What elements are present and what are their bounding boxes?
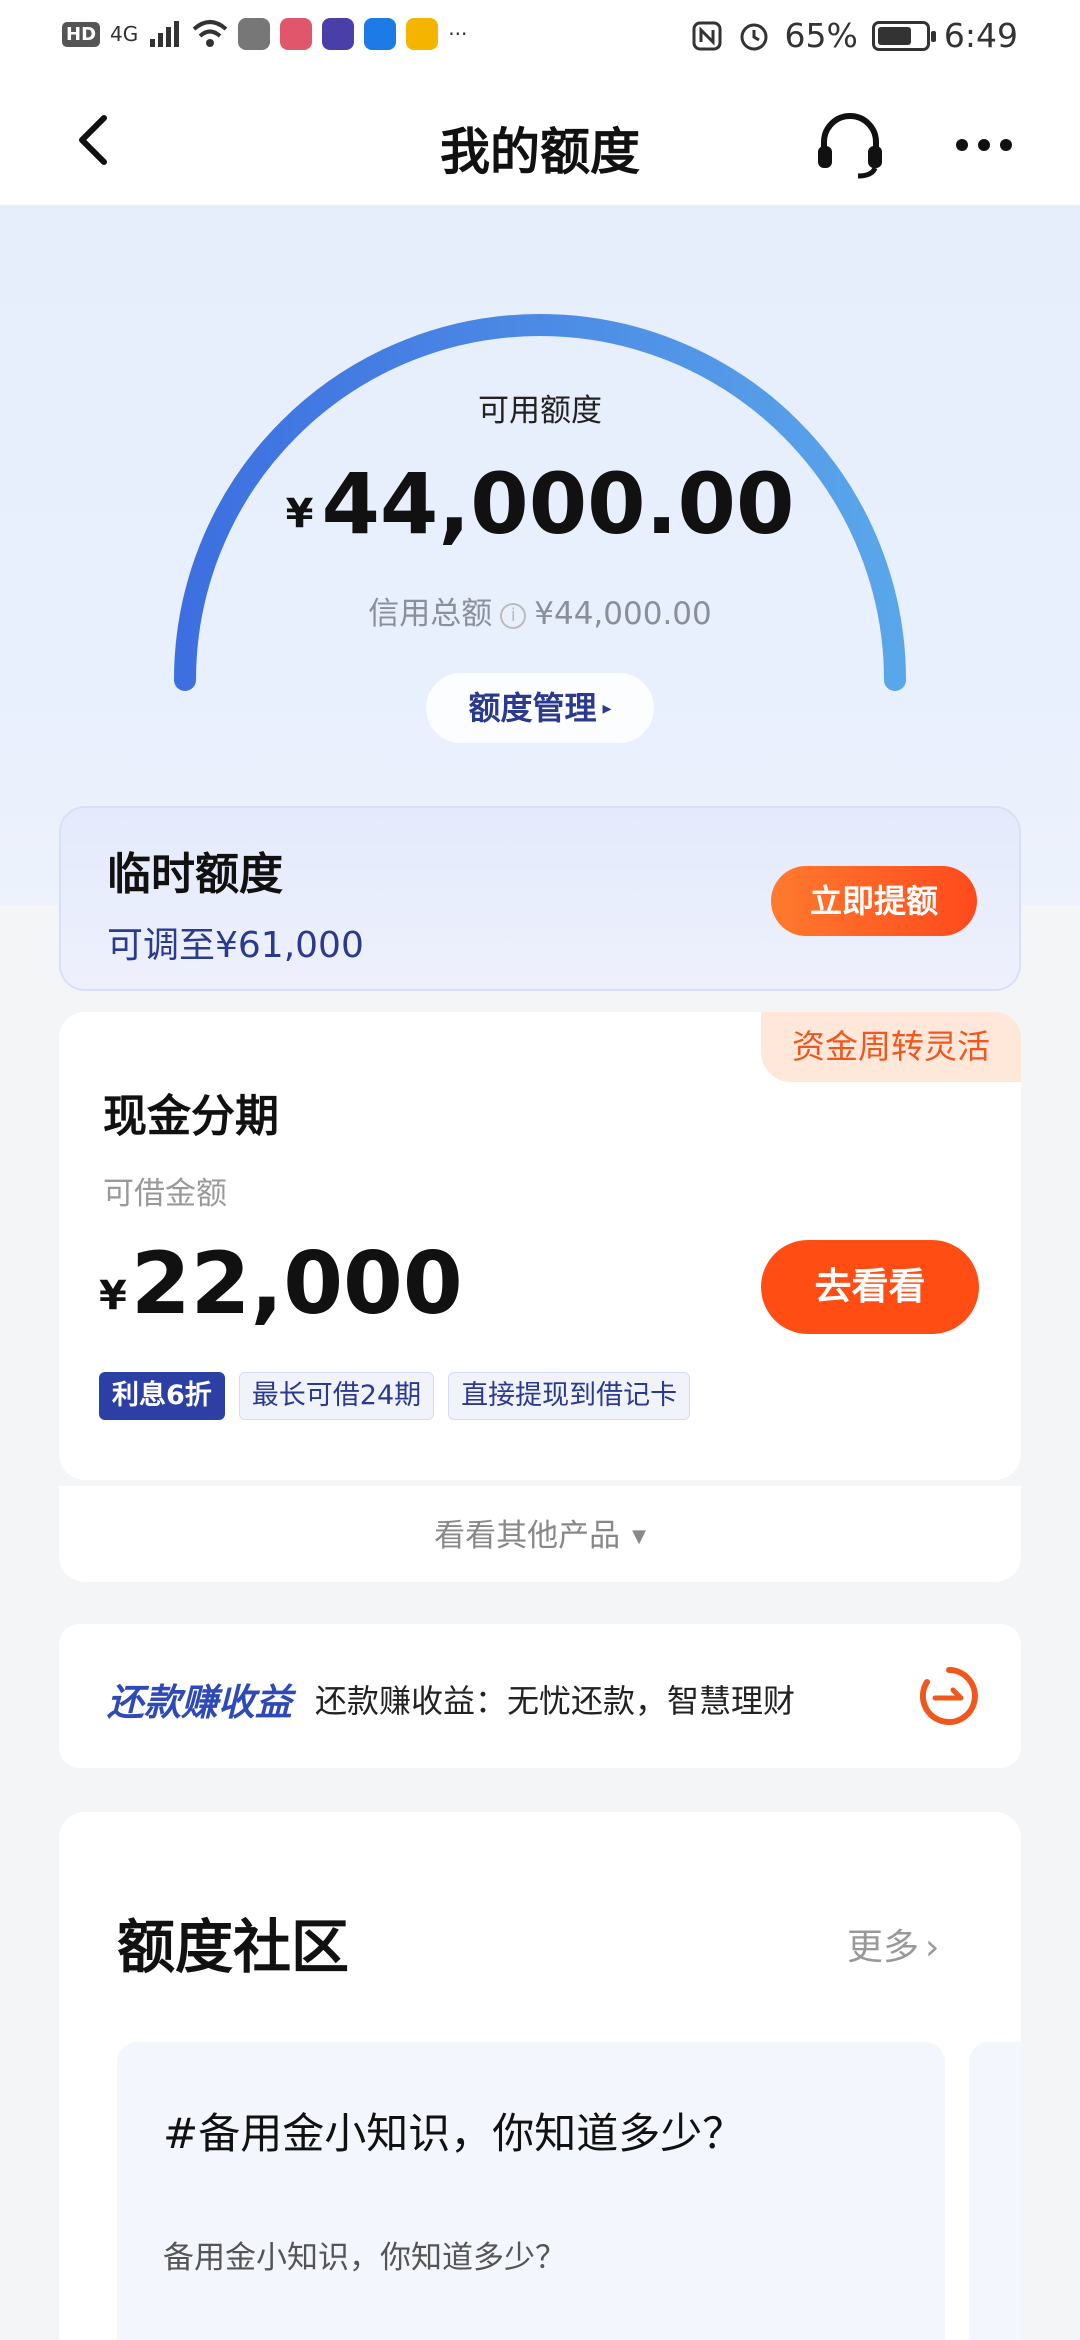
status-right: 65% 6:49 — [691, 16, 1018, 55]
quota-management-label: 额度管理 — [468, 689, 597, 727]
quota-management-button[interactable]: 额度管理 ▸ — [426, 673, 654, 743]
quota-hero: 可用额度 ¥44,000.00 信用总额 i ¥44,000.00 额度管理 ▸ — [0, 205, 1080, 905]
community-post-card[interactable] — [969, 2042, 1021, 2340]
page-title: 我的额度 — [440, 123, 640, 181]
temporary-quota-title: 临时额度 — [107, 849, 283, 900]
status-left: HD 4G ··· — [62, 18, 467, 50]
more-options-button[interactable] — [952, 120, 1016, 170]
quota-community-section: 额度社区 更多 › #备用金小知识，你知道多少？ 备用金小知识，你知道多少？ — [59, 1812, 1021, 2340]
feature-tags: 利息6折 最长可借24期 直接提现到借记卡 — [99, 1372, 691, 1420]
raise-quota-button[interactable]: 立即提额 — [771, 866, 977, 936]
community-more-label: 更多 — [847, 1927, 920, 1968]
more-horizontal-icon — [956, 139, 1012, 151]
customer-service-button[interactable] — [812, 110, 888, 180]
arrow-circle-icon[interactable] — [917, 1664, 981, 1728]
battery-percent: 65% — [784, 16, 858, 55]
temporary-quota-card[interactable]: 临时额度 可调至¥61,000 立即提额 — [59, 806, 1021, 991]
view-now-button[interactable]: 去看看 — [761, 1240, 979, 1334]
battery-icon — [871, 20, 936, 51]
app-notification-icon — [322, 18, 355, 50]
page: HD 4G ··· 65% 6:49 我的额度 可用额度 ¥44,000.00 … — [0, 0, 1080, 2340]
currency-symbol: ¥ — [99, 1273, 127, 1319]
total-credit-label: 信用总额 — [368, 596, 493, 632]
headset-icon — [818, 113, 882, 179]
other-products-toggle[interactable]: 看看其他产品 ▼ — [59, 1486, 1021, 1582]
alarm-icon — [740, 23, 768, 50]
feature-tag: 直接提现到借记卡 — [448, 1372, 691, 1420]
temporary-quota-subtitle: 可调至¥61,000 — [107, 925, 364, 966]
total-credit-amount: ¥44,000.00 — [534, 596, 712, 632]
chevron-right-icon: › — [925, 1927, 940, 1968]
app-notification-icon — [364, 18, 397, 50]
app-notification-icon — [238, 18, 271, 50]
post-description: 备用金小知识，你知道多少？ — [163, 2240, 566, 2276]
hd-badge: HD — [62, 21, 101, 47]
caret-down-icon: ▼ — [632, 1526, 646, 1547]
signal-icon — [150, 21, 180, 47]
mail-icon — [406, 18, 439, 50]
cash-installment-title: 现金分期 — [103, 1091, 279, 1142]
other-products-label: 看看其他产品 — [434, 1518, 621, 1554]
repay-earn-logo: 还款赚收益 — [107, 1681, 292, 1724]
more-notifications: ··· — [448, 22, 468, 46]
feature-tag: 利息6折 — [99, 1372, 225, 1420]
wifi-icon — [192, 20, 228, 47]
borrowable-amount-value: 22,000 — [130, 1234, 463, 1334]
available-amount: ¥44,000.00 — [0, 455, 1080, 553]
available-label: 可用额度 — [478, 393, 602, 429]
borrowable-label: 可借金额 — [103, 1176, 227, 1212]
nfc-icon — [692, 21, 722, 50]
network-label: 4G — [110, 22, 139, 46]
feature-tag: 最长可借24期 — [238, 1372, 435, 1420]
total-credit: 信用总额 i ¥44,000.00 — [0, 588, 1080, 633]
app-notification-icon — [280, 18, 313, 50]
caret-right-icon: ▸ — [602, 698, 612, 719]
currency-symbol: ¥ — [285, 491, 314, 537]
top-nav: 我的额度 — [0, 80, 1080, 205]
info-icon[interactable]: i — [500, 603, 527, 629]
repay-earn-text: 还款赚收益：无忧还款，智慧理财 — [315, 1682, 796, 1720]
available-amount-value: 44,000.00 — [321, 455, 795, 553]
borrowable-amount: ¥22,000 — [99, 1234, 463, 1334]
cash-installment-card[interactable]: 资金周转灵活 现金分期 可借金额 ¥22,000 去看看 利息6折 最长可借24… — [59, 1012, 1021, 1480]
clock: 6:49 — [943, 16, 1018, 55]
community-more-link[interactable]: 更多 › — [847, 1918, 939, 1970]
promo-corner-tag: 资金周转灵活 — [761, 1012, 1021, 1082]
community-title: 额度社区 — [117, 1913, 350, 1981]
repay-earn-banner[interactable]: 还款赚收益 还款赚收益：无忧还款，智慧理财 — [59, 1624, 1021, 1768]
status-bar: HD 4G ··· 65% 6:49 — [0, 0, 1080, 80]
post-title: #备用金小知识，你知道多少？ — [163, 2109, 745, 2158]
community-post-card[interactable]: #备用金小知识，你知道多少？ 备用金小知识，你知道多少？ — [117, 2042, 945, 2340]
